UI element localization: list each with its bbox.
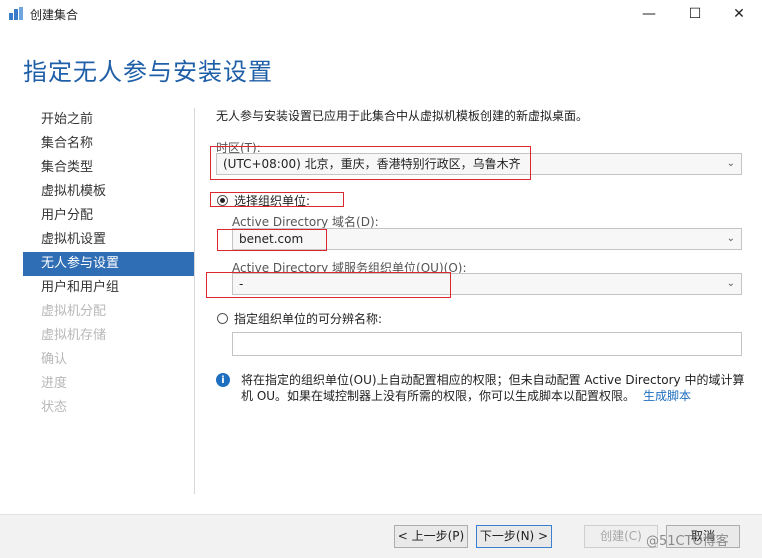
ad-domain-value: benet.com — [239, 232, 304, 246]
title-bar: 创建集合 — ☐ ✕ — [0, 0, 762, 28]
distinguished-name-radio[interactable]: 指定组织单位的可分辨名称: — [217, 310, 382, 327]
timezone-select[interactable]: (UTC+08:00) 北京，重庆，香港特别行政区，乌鲁木齐 ⌄ — [216, 153, 742, 175]
close-button[interactable]: ✕ — [716, 0, 762, 28]
timezone-value: (UTC+08:00) 北京，重庆，香港特别行政区，乌鲁木齐 — [223, 157, 521, 171]
nav-item[interactable]: 无人参与设置 — [23, 252, 194, 276]
close-icon: ✕ — [733, 6, 745, 22]
window-title: 创建集合 — [30, 8, 79, 22]
generate-script-link[interactable]: 生成脚本 — [643, 389, 691, 403]
nav-item: 虚拟机存储 — [41, 328, 107, 343]
distinguished-name-input[interactable] — [232, 332, 742, 356]
previous-button[interactable]: < 上一步(P) — [394, 525, 468, 548]
ad-ou-value: - — [239, 277, 244, 291]
server-manager-icon — [9, 7, 23, 20]
next-button[interactable]: 下一步(N) > — [476, 525, 552, 548]
watermark: @51CTO博客 — [646, 534, 729, 549]
chevron-down-icon: ⌄ — [726, 278, 735, 289]
radio-checked-icon[interactable] — [217, 195, 228, 206]
page-title: 指定无人参与安装设置 — [23, 58, 273, 86]
nav-item[interactable]: 开始之前 — [23, 108, 194, 132]
chevron-down-icon: ⌄ — [726, 233, 735, 244]
select-ou-radio[interactable]: 选择组织单位: — [217, 192, 310, 209]
info-message: i 将在指定的组织单位(OU)上自动配置相应的权限；但未自动配置 Active … — [216, 372, 746, 404]
maximize-icon: ☐ — [688, 6, 702, 22]
chevron-down-icon: ⌄ — [726, 158, 735, 169]
select-ou-label: 选择组织单位: — [234, 194, 311, 208]
nav-item: 确认 — [41, 352, 68, 367]
distinguished-name-label: 指定组织单位的可分辨名称: — [234, 312, 383, 326]
nav-item[interactable]: 虚拟机设置 — [23, 228, 194, 252]
nav-item[interactable]: 用户分配 — [23, 204, 194, 228]
nav-item: 状态 — [41, 400, 68, 415]
page-description: 无人参与安装设置已应用于此集合中从虚拟机模板创建的新虚拟桌面。 — [216, 109, 589, 123]
minimize-icon: — — [642, 6, 656, 22]
nav-item: 进度 — [41, 376, 68, 391]
radio-unchecked-icon[interactable] — [217, 313, 228, 324]
nav-item[interactable]: 虚拟机模板 — [23, 180, 194, 204]
maximize-button[interactable]: ☐ — [672, 0, 718, 28]
ad-domain-select[interactable]: benet.com ⌄ — [232, 228, 742, 250]
nav-item[interactable]: 集合类型 — [23, 156, 194, 180]
nav-item: 虚拟机分配 — [41, 304, 107, 319]
nav-item[interactable]: 集合名称 — [23, 132, 194, 156]
info-text: 将在指定的组织单位(OU)上自动配置相应的权限；但未自动配置 Active Di… — [241, 372, 746, 404]
nav-item[interactable]: 用户和用户组 — [23, 276, 194, 300]
info-icon: i — [216, 373, 230, 387]
ad-ou-select[interactable]: - ⌄ — [232, 273, 742, 295]
wizard-nav: 开始之前 集合名称 集合类型 虚拟机模板 用户分配 虚拟机设置 无人参与设置 用户和用户组虚拟… — [23, 108, 194, 420]
minimize-button[interactable]: — — [626, 0, 672, 28]
nav-divider — [194, 108, 195, 494]
